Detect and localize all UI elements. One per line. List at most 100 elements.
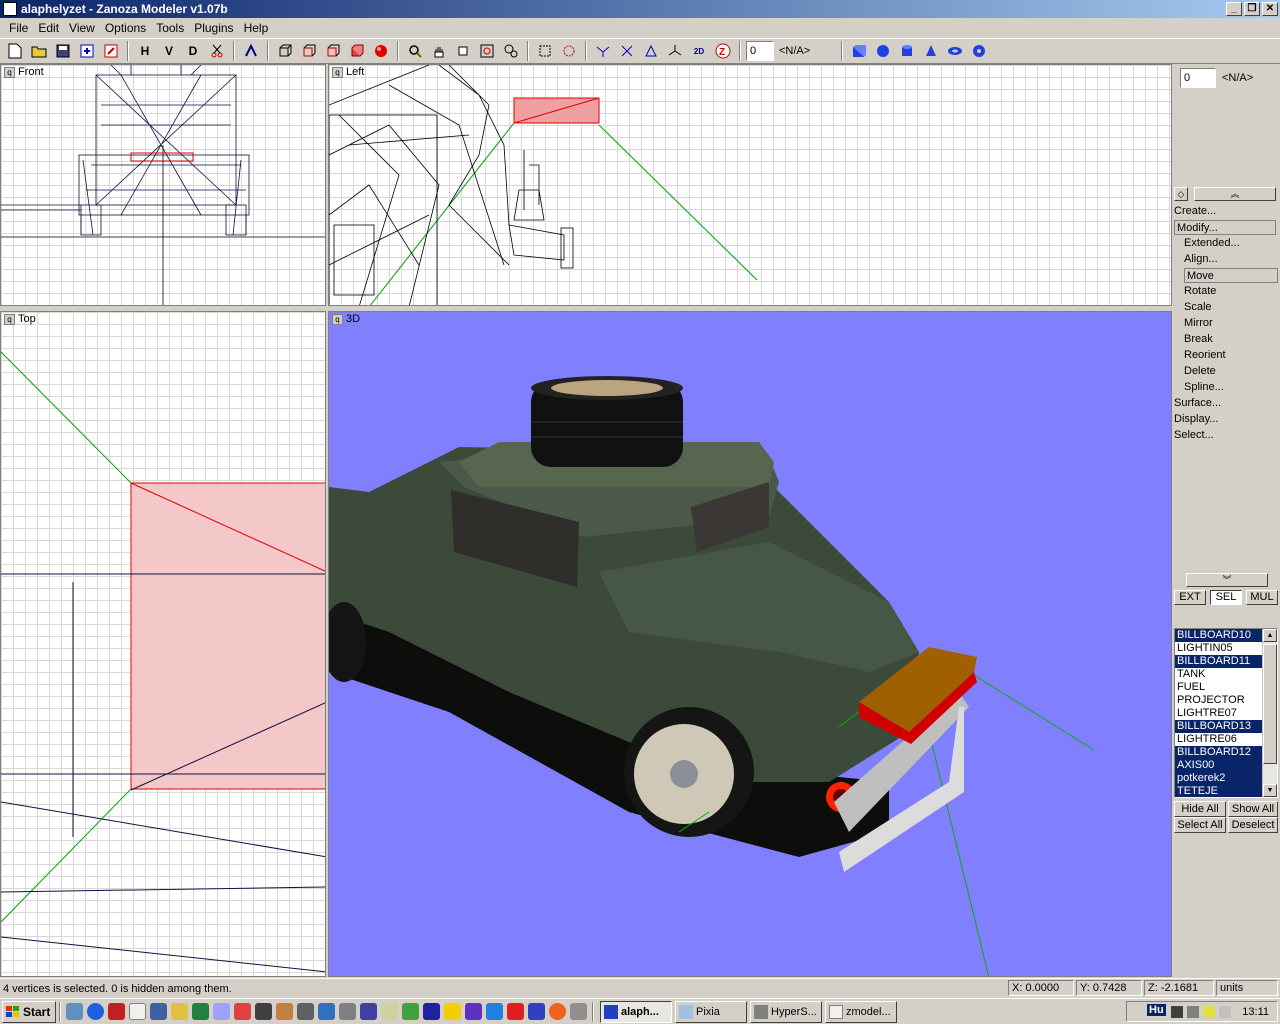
- top-viewport[interactable]: q Top: [0, 311, 326, 977]
- quicklaunch-app-icon[interactable]: [507, 1003, 524, 1020]
- menu-file[interactable]: File: [4, 21, 33, 35]
- rotate-view-icon[interactable]: [452, 40, 474, 62]
- import-icon[interactable]: [76, 40, 98, 62]
- quicklaunch-app-icon[interactable]: [213, 1003, 230, 1020]
- export-icon[interactable]: [100, 40, 122, 62]
- z-axis-icon[interactable]: Z: [712, 40, 734, 62]
- list-item[interactable]: TETEJE: [1175, 785, 1263, 797]
- create-cylinder-icon[interactable]: [896, 40, 918, 62]
- axis-icon[interactable]: [664, 40, 686, 62]
- object-list[interactable]: BILLBOARD10 LIGHTIN05 BILLBOARD11 TANK F…: [1174, 628, 1278, 798]
- render-sphere-icon[interactable]: [370, 40, 392, 62]
- toolbar-na-field[interactable]: <N/A>: [776, 41, 836, 61]
- menu-view[interactable]: View: [64, 21, 100, 35]
- face-mode-icon[interactable]: [640, 40, 662, 62]
- task-zmodel[interactable]: zmodel...: [825, 1000, 897, 1023]
- quicklaunch-desktop-icon[interactable]: [66, 1003, 83, 1020]
- list-item[interactable]: LIGHTRE07: [1175, 707, 1263, 720]
- quicklaunch-app-icon[interactable]: [129, 1003, 146, 1020]
- quicklaunch-app-icon[interactable]: [108, 1003, 125, 1020]
- menu-help[interactable]: Help: [239, 21, 274, 35]
- toolbar-spinner[interactable]: 0: [746, 41, 774, 61]
- menu-edit[interactable]: Edit: [33, 21, 64, 35]
- cmd-mirror[interactable]: Mirror: [1184, 316, 1213, 331]
- scroll-thumb[interactable]: [1263, 644, 1277, 764]
- cmd-display[interactable]: Display...: [1174, 412, 1218, 427]
- viewport-menu-icon[interactable]: q: [4, 313, 15, 325]
- language-indicator[interactable]: Hu: [1147, 1004, 1166, 1016]
- quicklaunch-app-icon[interactable]: [297, 1003, 314, 1020]
- cmd-modify[interactable]: Modify...: [1174, 220, 1276, 235]
- cube-solid-icon[interactable]: [346, 40, 368, 62]
- restore-button[interactable]: ❐: [1244, 2, 1260, 16]
- create-sphere-icon[interactable]: [872, 40, 894, 62]
- quicklaunch-app-icon[interactable]: [402, 1003, 419, 1020]
- create-box-icon[interactable]: [848, 40, 870, 62]
- quicklaunch-app-icon[interactable]: [192, 1003, 209, 1020]
- task-hypersnap[interactable]: HyperS...: [750, 1000, 822, 1023]
- cube-side-icon[interactable]: [298, 40, 320, 62]
- cube-front-icon[interactable]: [274, 40, 296, 62]
- list-item[interactable]: LIGHTRE06: [1175, 733, 1263, 746]
- scroll-up-arrow-icon[interactable]: ▲: [1263, 629, 1277, 642]
- minimize-button[interactable]: _: [1226, 2, 1242, 16]
- quicklaunch-app-icon[interactable]: [549, 1003, 566, 1020]
- tab-ext[interactable]: EXT: [1174, 590, 1206, 605]
- create-cone-icon[interactable]: [920, 40, 942, 62]
- quicklaunch-app-icon[interactable]: [255, 1003, 272, 1020]
- deselect-button[interactable]: Deselect: [1228, 817, 1278, 833]
- new-file-icon[interactable]: [4, 40, 26, 62]
- cube-top-icon[interactable]: [322, 40, 344, 62]
- speaker-icon[interactable]: [1203, 1006, 1215, 1018]
- cmd-reorient[interactable]: Reorient: [1184, 348, 1226, 363]
- list-item[interactable]: BILLBOARD13: [1175, 720, 1263, 733]
- open-folder-icon[interactable]: [28, 40, 50, 62]
- zoom-icon[interactable]: [404, 40, 426, 62]
- menu-tools[interactable]: Tools: [151, 21, 189, 35]
- cmd-select[interactable]: Select...: [1174, 428, 1214, 443]
- left-viewport[interactable]: q Left: [328, 64, 1172, 306]
- show-all-button[interactable]: Show All: [1228, 801, 1278, 817]
- view-d-button[interactable]: D: [182, 40, 204, 62]
- tab-mul[interactable]: MUL: [1246, 590, 1278, 605]
- cmd-surface[interactable]: Surface...: [1174, 396, 1221, 411]
- quicklaunch-app-icon[interactable]: [234, 1003, 251, 1020]
- zoom-extents-icon[interactable]: [476, 40, 498, 62]
- list-item[interactable]: LIGHTIN05: [1175, 642, 1263, 655]
- list-item[interactable]: potkerek2: [1175, 772, 1263, 785]
- 3d-viewport[interactable]: q 3D: [328, 311, 1172, 977]
- menu-plugins[interactable]: Plugins: [189, 21, 238, 35]
- task-pixia[interactable]: Pixia: [675, 1000, 747, 1023]
- viewport-menu-icon[interactable]: q: [332, 313, 343, 325]
- scroll-down-arrow-icon[interactable]: ▼: [1263, 784, 1277, 797]
- panel-spinner[interactable]: 0: [1180, 68, 1216, 88]
- cmd-scale[interactable]: Scale: [1184, 300, 1212, 315]
- select-circle-icon[interactable]: [558, 40, 580, 62]
- zoom-all-icon[interactable]: [500, 40, 522, 62]
- cmd-extended[interactable]: Extended...: [1184, 236, 1240, 251]
- list-item[interactable]: AXIS00: [1175, 759, 1263, 772]
- pan-hand-icon[interactable]: [428, 40, 450, 62]
- scroll-up-icon[interactable]: ︽: [1194, 187, 1276, 201]
- object-list-scrollbar[interactable]: ▲ ▼: [1262, 629, 1277, 797]
- quicklaunch-ie-icon[interactable]: [87, 1003, 104, 1020]
- list-item[interactable]: TANK: [1175, 668, 1263, 681]
- view-h-button[interactable]: H: [134, 40, 156, 62]
- scissors-icon[interactable]: [206, 40, 228, 62]
- hide-all-button[interactable]: Hide All: [1174, 801, 1226, 817]
- cmd-delete[interactable]: Delete: [1184, 364, 1216, 379]
- list-item[interactable]: FUEL: [1175, 681, 1263, 694]
- quicklaunch-app-icon[interactable]: [150, 1003, 167, 1020]
- scroll-down-icon[interactable]: ︾: [1186, 573, 1268, 587]
- vertex-mode-icon[interactable]: [592, 40, 614, 62]
- list-item[interactable]: PROJECTOR: [1175, 694, 1263, 707]
- close-button[interactable]: ✕: [1262, 2, 1278, 16]
- list-item[interactable]: BILLBOARD12: [1175, 746, 1263, 759]
- viewport-menu-icon[interactable]: q: [332, 66, 343, 78]
- cmd-spline[interactable]: Spline...: [1184, 380, 1224, 395]
- tray-icon[interactable]: [1171, 1006, 1183, 1018]
- quicklaunch-app-icon[interactable]: [486, 1003, 503, 1020]
- quicklaunch-app-icon[interactable]: [276, 1003, 293, 1020]
- start-button[interactable]: Start: [2, 1000, 56, 1023]
- quicklaunch-app-icon[interactable]: [360, 1003, 377, 1020]
